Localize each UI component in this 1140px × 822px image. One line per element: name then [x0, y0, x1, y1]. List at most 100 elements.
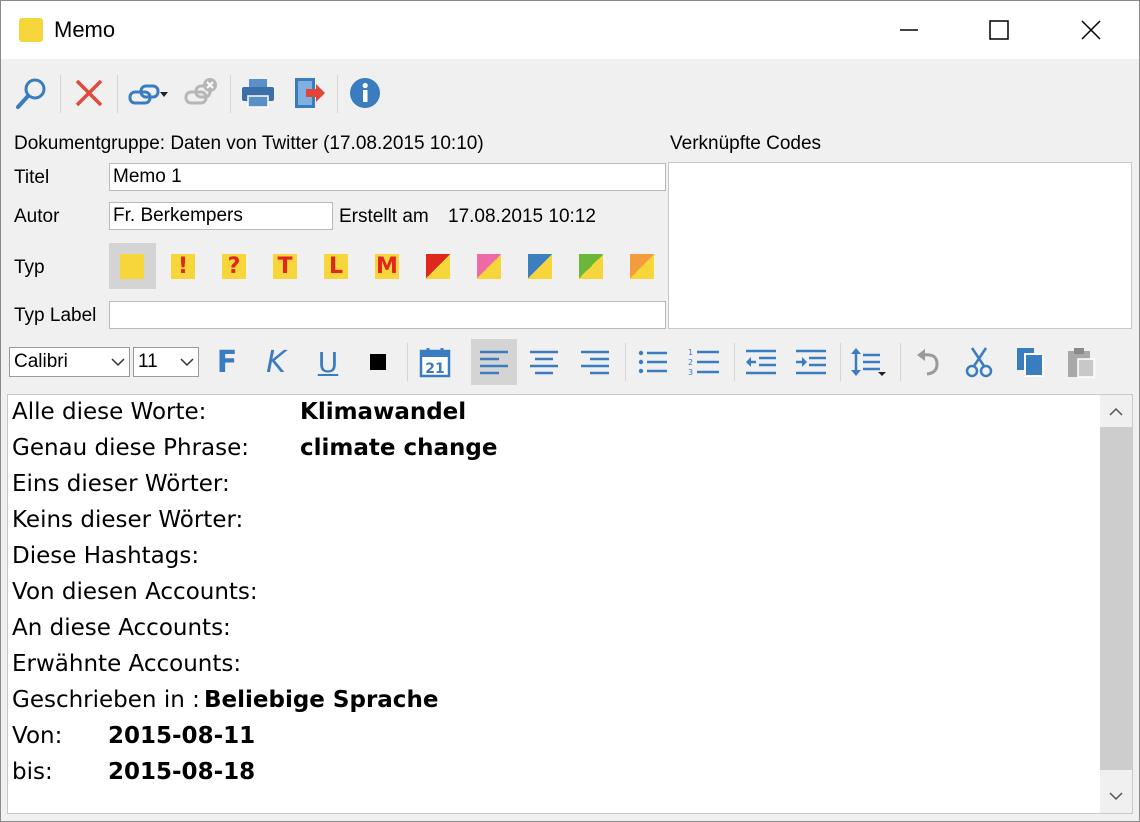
- chevron-down-icon: [111, 358, 125, 367]
- type-memo-blue-icon[interactable]: [528, 254, 552, 279]
- toolbar-divider: [60, 75, 61, 113]
- document-group-label: Dokumentgruppe: Daten von Twitter (17.08…: [14, 133, 484, 154]
- text-color-button[interactable]: [355, 339, 401, 385]
- type-memo-pink-icon[interactable]: [477, 254, 501, 279]
- font-size-value: 11: [138, 351, 158, 372]
- line-spacing-button[interactable]: [845, 339, 891, 385]
- numbered-list-button[interactable]: 123: [681, 339, 727, 385]
- font-family-select[interactable]: Calibri: [9, 347, 130, 377]
- text-color-swatch: [370, 354, 386, 370]
- author-input[interactable]: Fr. Berkempers: [109, 202, 333, 230]
- copy-button[interactable]: [1007, 339, 1053, 385]
- underline-icon: U: [317, 345, 339, 379]
- type-memo-red-icon[interactable]: [426, 254, 450, 279]
- calendar-icon: 21: [419, 348, 451, 378]
- export-button[interactable]: [289, 73, 329, 113]
- toolbar-divider: [625, 343, 626, 381]
- type-memo-m-icon[interactable]: M: [375, 254, 399, 279]
- type-memo-green-icon[interactable]: [579, 254, 603, 279]
- close-window-button[interactable]: [1045, 1, 1137, 59]
- title-label: Titel: [14, 167, 50, 188]
- align-left-button[interactable]: [471, 339, 517, 385]
- editor-line: Eins dieser Wörter:: [12, 471, 230, 497]
- underline-button[interactable]: U: [305, 339, 351, 385]
- italic-button[interactable]: K: [253, 339, 299, 385]
- align-right-icon: [581, 350, 609, 375]
- link-icon: [128, 84, 168, 105]
- maximize-icon: [989, 20, 1009, 40]
- editor-line: bis: 2015-08-18: [12, 759, 256, 785]
- chevron-down-icon: [180, 358, 194, 367]
- vertical-scrollbar[interactable]: [1100, 395, 1132, 813]
- author-label: Autor: [14, 206, 60, 227]
- paste-button[interactable]: [1058, 339, 1104, 385]
- undo-icon: [917, 349, 939, 376]
- window-title: Memo: [54, 17, 116, 42]
- format-toolbar: Calibri 11 F K U 21 1 2 3: [1, 337, 1139, 387]
- unlink-icon: [184, 78, 217, 105]
- italic-icon: K: [266, 344, 286, 380]
- info-button[interactable]: [345, 73, 385, 113]
- align-center-button[interactable]: [521, 339, 567, 385]
- scroll-up-icon: [1109, 407, 1123, 416]
- print-button[interactable]: [238, 73, 278, 113]
- memo-app-icon: [19, 18, 43, 42]
- editor-line: Von diesen Accounts:: [12, 579, 258, 605]
- bold-icon: F: [216, 344, 238, 380]
- type-memo-l-icon[interactable]: L: [324, 254, 348, 279]
- type-memo-orange-icon[interactable]: [630, 254, 654, 279]
- insert-date-button[interactable]: 21: [412, 339, 458, 385]
- paste-icon: [1068, 348, 1095, 378]
- calendar-day: 21: [425, 361, 444, 377]
- type-label-input[interactable]: [109, 301, 666, 329]
- info-icon: [350, 78, 380, 108]
- toolbar-divider: [407, 343, 408, 381]
- font-family-value: Calibri: [14, 351, 68, 372]
- delete-button[interactable]: [69, 73, 109, 113]
- font-size-select[interactable]: 11: [133, 347, 199, 377]
- type-memo-t-icon[interactable]: T: [273, 254, 297, 279]
- minimize-button[interactable]: [863, 1, 955, 59]
- bold-button[interactable]: F: [204, 339, 250, 385]
- toolbar-divider: [337, 75, 338, 113]
- undo-button[interactable]: [906, 339, 952, 385]
- align-right-button[interactable]: [572, 339, 618, 385]
- editor-line: Diese Hashtags:: [12, 543, 200, 569]
- type-memo-question-icon[interactable]: ?: [222, 254, 246, 279]
- memo-text-editor[interactable]: Alle diese Worte: Klimawandel Genau diese…: [7, 394, 1133, 814]
- increase-indent-button[interactable]: [788, 339, 834, 385]
- align-center-icon: [530, 350, 558, 375]
- scrollbar-thumb[interactable]: [1100, 427, 1132, 770]
- maximize-button[interactable]: [953, 1, 1045, 59]
- decrease-indent-button[interactable]: [738, 339, 784, 385]
- indent-icon: [796, 349, 826, 375]
- bullet-list-icon: [638, 350, 667, 374]
- cut-button[interactable]: [956, 339, 1002, 385]
- minimize-icon: [900, 29, 918, 31]
- list-number: 3: [688, 368, 693, 376]
- list-number: 1: [688, 348, 693, 357]
- title-input[interactable]: Memo 1: [109, 163, 666, 191]
- outdent-icon: [746, 349, 776, 375]
- linked-codes-list[interactable]: [668, 162, 1132, 329]
- export-icon: [295, 78, 325, 108]
- type-memo-exclamation-icon[interactable]: !: [171, 254, 195, 279]
- toolbar-divider: [230, 75, 231, 113]
- unlink-code-button[interactable]: [181, 73, 221, 113]
- align-left-icon: [480, 350, 508, 375]
- link-code-button[interactable]: [127, 73, 171, 113]
- scissors-icon: [965, 347, 993, 378]
- memo-window: Memo Dokumentgruppe: Daten von Twitter (…: [0, 0, 1140, 822]
- type-memo-plain-icon[interactable]: [120, 254, 144, 279]
- search-button[interactable]: [11, 73, 51, 113]
- main-toolbar: [1, 69, 1139, 119]
- created-label: Erstellt am: [339, 206, 429, 227]
- type-label: Typ: [14, 257, 45, 278]
- type-label-label: Typ Label: [14, 305, 97, 326]
- bullet-list-button[interactable]: [630, 339, 676, 385]
- toolbar-divider: [117, 75, 118, 113]
- title-bar: Memo: [1, 1, 1139, 59]
- editor-line: Genau diese Phrase: climate change: [12, 435, 498, 461]
- delete-x-icon: [75, 79, 103, 107]
- printer-icon: [242, 79, 274, 108]
